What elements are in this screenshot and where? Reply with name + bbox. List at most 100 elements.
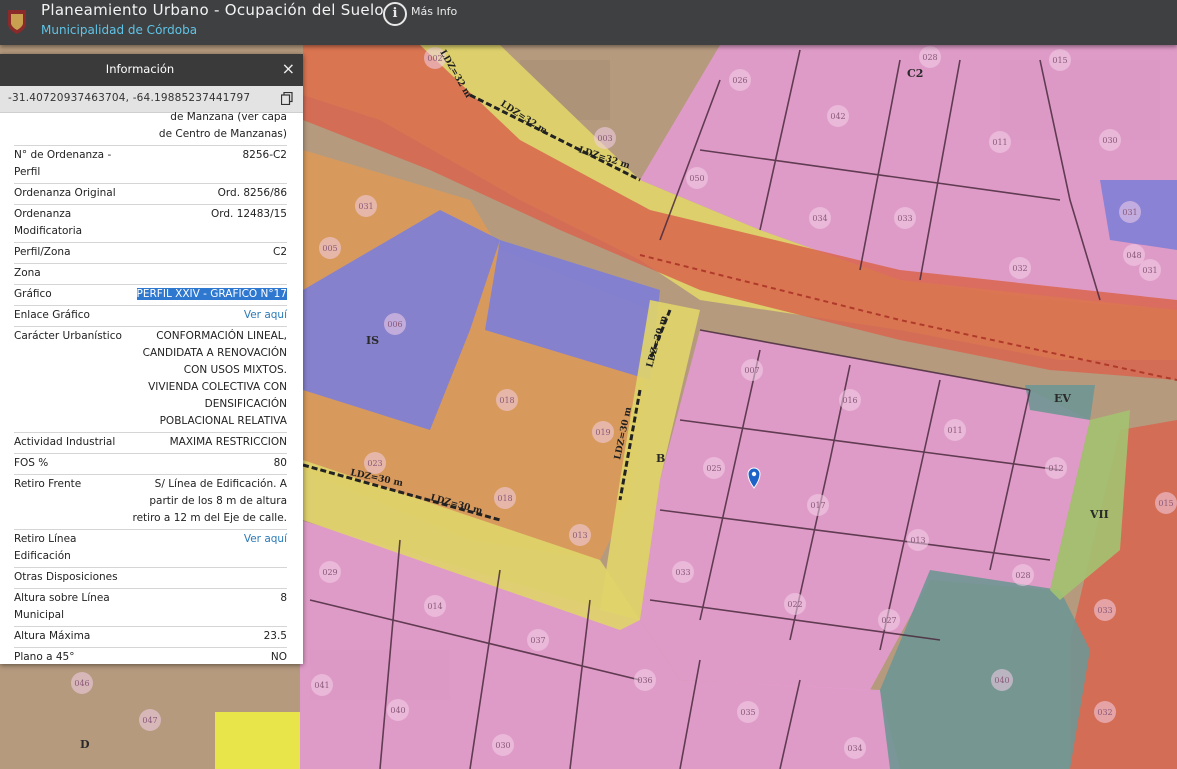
block-number-label: 033 — [897, 214, 912, 223]
app-title: Planeamiento Urbano - Ocupación del Suel… — [41, 1, 384, 19]
attribute-key: Zona — [14, 267, 41, 279]
block-number-label: 028 — [1015, 571, 1030, 580]
block-number-label: 040 — [390, 706, 405, 715]
attribute-key: Otras Disposiciones — [14, 571, 118, 583]
attribute-list: de Manzana (ver capa de Centro de Manzan… — [14, 111, 287, 664]
attribute-key: Enlace Gráfico — [14, 309, 90, 321]
attribute-value: 23.5 — [263, 630, 287, 642]
block-number-label: 016 — [842, 396, 857, 405]
attribute-row: Otras Disposiciones — [14, 568, 287, 589]
block-number-label: 036 — [637, 676, 652, 685]
copy-icon[interactable] — [281, 92, 293, 105]
attribute-key: FOS % — [14, 457, 49, 469]
block-number-label: 028 — [922, 53, 937, 62]
block-number-label: 031 — [1142, 266, 1157, 275]
zone-label-is: IS — [366, 334, 379, 347]
attribute-key: N° de Ordenanza - Perfil — [14, 149, 112, 178]
more-info-link[interactable]: Más Info — [411, 5, 457, 18]
zone-bright-yellow[interactable] — [215, 712, 300, 769]
block-number-label: 029 — [322, 568, 337, 577]
attribute-value: NO — [270, 651, 287, 663]
attribute-row: Retiro Línea Edificación Ver aquí — [14, 530, 287, 568]
zone-label-b: B — [656, 452, 665, 465]
info-panel-title: Información — [105, 62, 175, 76]
attribute-value: de Manzana (ver capa de Centro de Manzan… — [158, 111, 287, 140]
block-number-label: 040 — [994, 676, 1009, 685]
attribute-link[interactable]: Ver aquí — [132, 307, 287, 324]
attribute-value: PERFIL XXIV - GRAFICO N°17 — [136, 288, 287, 300]
attribute-key: Ordenanza Original — [14, 187, 116, 199]
attribute-row: Enlace Gráfico Ver aquí — [14, 306, 287, 327]
attribute-row: FOS % 80 — [14, 454, 287, 475]
attribute-key: Perfil/Zona — [14, 246, 71, 258]
attribute-key: Altura sobre Línea Municipal — [14, 592, 110, 621]
attribute-key: Altura Máxima — [14, 630, 91, 642]
block-number-label: 050 — [689, 174, 704, 183]
block-number-label: 033 — [1097, 606, 1112, 615]
attribute-row: Actividad Industrial MAXIMA RESTRICCION — [14, 433, 287, 454]
attribute-row: Gráfico PERFIL XXIV - GRAFICO N°17 — [14, 285, 287, 306]
block-number-label: 032 — [1097, 708, 1112, 717]
attribute-key: Gráfico — [14, 288, 52, 300]
attribute-value: Ord. 8256/86 — [217, 187, 287, 199]
block-number-label: 013 — [572, 531, 587, 540]
block-number-label: 026 — [732, 76, 747, 85]
block-number-label: 022 — [787, 600, 802, 609]
close-icon[interactable]: × — [282, 59, 295, 78]
block-number-label: 034 — [847, 744, 862, 753]
block-number-label: 018 — [499, 396, 514, 405]
block-number-label: 030 — [1102, 136, 1117, 145]
coordinates-text: -31.40720937463704, -64.19885237441797 — [8, 92, 251, 104]
attribute-value — [132, 265, 287, 282]
block-number-label: 025 — [706, 464, 721, 473]
attribute-link[interactable]: Ver aquí — [132, 531, 287, 565]
block-number-label: 007 — [744, 366, 759, 375]
attribute-row: Altura Máxima 23.5 — [14, 627, 287, 648]
zone-label-ev: EV — [1054, 392, 1071, 405]
attribute-key — [14, 109, 132, 143]
block-number-label: 023 — [367, 459, 382, 468]
attribute-row: Zona — [14, 264, 287, 285]
attribute-key: Retiro Línea Edificación — [14, 533, 77, 562]
zone-label-c2: C2 — [907, 67, 923, 80]
block-number-label: 014 — [427, 602, 442, 611]
attribute-row: Ordenanza Original Ord. 8256/86 — [14, 184, 287, 205]
attribute-value: 8256-C2 — [242, 149, 287, 161]
block-number-label: 019 — [595, 428, 610, 437]
attribute-row: Plano a 45° NO — [14, 648, 287, 664]
attribute-key: Ordenanza Modificatoria — [14, 208, 83, 237]
attribute-row: Retiro Frente S/ Línea de Edificación. A … — [14, 475, 287, 530]
attribute-value: CONFORMACIÓN LINEAL, CANDIDATA A RENOVAC… — [142, 330, 287, 427]
info-panel-header: Información × — [0, 54, 303, 86]
attribute-key: Carácter Urbanístico — [14, 330, 122, 342]
block-number-label: 015 — [1052, 56, 1067, 65]
attribute-row: Perfil/Zona C2 — [14, 243, 287, 264]
block-number-label: 031 — [1122, 208, 1137, 217]
block-number-label: 017 — [810, 501, 825, 510]
municipality-logo-icon — [8, 10, 26, 34]
app-header: Planeamiento Urbano - Ocupación del Suel… — [0, 0, 1177, 45]
block-number-label: 033 — [675, 568, 690, 577]
block-number-label: 013 — [910, 536, 925, 545]
block-number-label: 031 — [358, 202, 373, 211]
attribute-key: Plano a 45° — [14, 651, 75, 663]
info-icon[interactable]: i — [383, 2, 407, 26]
attribute-value: Ord. 12483/15 — [210, 208, 287, 220]
zone-label-vii: VII — [1089, 508, 1109, 521]
block-number-label: 030 — [495, 741, 510, 750]
attribute-value — [132, 569, 287, 586]
block-number-label: 015 — [1158, 499, 1173, 508]
block-number-label: 018 — [497, 494, 512, 503]
zone-label-d: D — [80, 738, 90, 751]
info-panel: Información × -31.40720937463704, -64.19… — [0, 54, 303, 664]
attribute-value: MAXIMA RESTRICCION — [169, 436, 287, 448]
block-number-label: 035 — [740, 708, 755, 717]
attribute-row: de Manzana (ver capa de Centro de Manzan… — [14, 108, 287, 146]
block-number-label: 011 — [992, 138, 1007, 147]
attribute-row: Carácter Urbanístico CONFORMACIÓN LINEAL,… — [14, 327, 287, 433]
block-number-label: 003 — [597, 134, 612, 143]
block-number-label: 032 — [1012, 264, 1027, 273]
block-number-label: 005 — [322, 244, 337, 253]
block-number-label: 037 — [530, 636, 545, 645]
block-number-label: 027 — [881, 616, 896, 625]
